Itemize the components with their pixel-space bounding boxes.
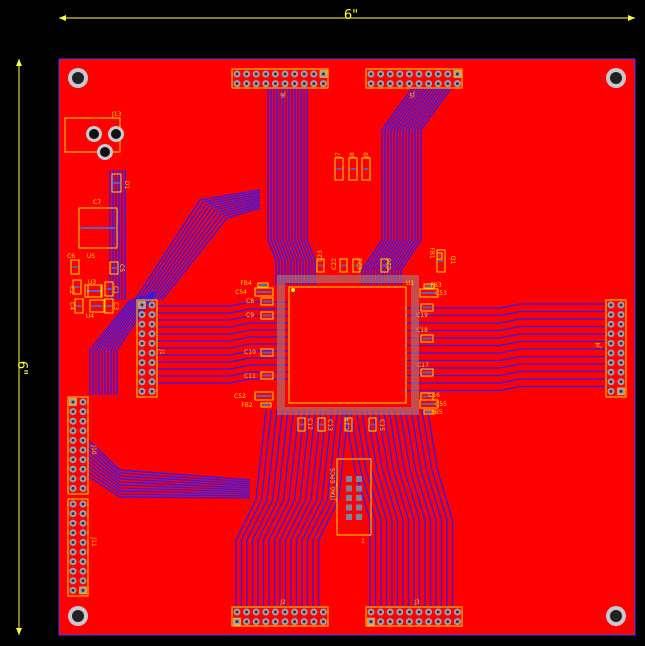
component-label: C4 bbox=[68, 302, 75, 310]
component-label: J9 bbox=[363, 152, 370, 159]
jtag-pad bbox=[346, 504, 352, 511]
jtag-pad bbox=[356, 504, 362, 511]
component-label: FB2 bbox=[241, 402, 253, 409]
jtag-pad bbox=[346, 495, 352, 501]
header-label: J5 bbox=[409, 91, 416, 98]
header-label: J6 bbox=[280, 91, 287, 98]
component-label: C5 bbox=[118, 264, 125, 272]
component-label: C21 bbox=[357, 258, 364, 270]
j13-label: J13 bbox=[111, 111, 122, 118]
component-label: C11 bbox=[244, 373, 256, 380]
component-label: FB4 bbox=[240, 280, 252, 287]
component-label: J8 bbox=[349, 152, 356, 159]
header-label: J3 bbox=[413, 599, 420, 606]
component-c14[interactable]: C14 bbox=[344, 417, 353, 432]
component-label: C10 bbox=[244, 349, 256, 356]
component-label: C52 bbox=[234, 393, 246, 400]
component-label: U3 bbox=[88, 279, 96, 286]
component-label: D1 bbox=[123, 181, 130, 190]
component-label: C22 bbox=[331, 258, 338, 270]
component-label: C1 bbox=[112, 286, 119, 294]
component-label: C15 bbox=[378, 419, 385, 431]
component-label: Q1 bbox=[449, 256, 456, 265]
header-label: J11 bbox=[90, 536, 97, 547]
jtag-pad bbox=[346, 514, 352, 520]
header-label: J1 bbox=[158, 348, 165, 355]
u1-label: U1 bbox=[406, 280, 414, 287]
component-label: C3 bbox=[112, 302, 119, 310]
component-label: C55 bbox=[435, 401, 447, 408]
jtag-pad bbox=[356, 495, 362, 501]
pcb-layout-canvas[interactable]: 6" 6" D1 C7 C6 U5 C5 C2 U3 C1 C4 U4 C3 J7 J8 J9 C23 C22… bbox=[0, 0, 645, 646]
board-outline bbox=[58, 58, 636, 636]
jtag-pad bbox=[346, 476, 352, 482]
component-label: U5 bbox=[87, 253, 95, 260]
component-label: C54 bbox=[235, 289, 247, 296]
component-label: C20 bbox=[386, 258, 393, 270]
component-label: C8 bbox=[246, 298, 254, 305]
component-label: J7 bbox=[335, 152, 342, 159]
component-label: C13 bbox=[326, 419, 333, 431]
jtag-pad bbox=[356, 514, 362, 520]
component-label: C53 bbox=[435, 290, 447, 297]
jtag-pad bbox=[356, 476, 362, 482]
header-label: J10 bbox=[90, 444, 97, 455]
component-label: C9 bbox=[246, 312, 254, 319]
component-label: C6 bbox=[67, 253, 75, 260]
jtag-pin1-label: 1 bbox=[361, 538, 365, 545]
component-label: C23 bbox=[317, 250, 324, 262]
jtag-pad bbox=[346, 485, 352, 492]
component-label: C16 bbox=[428, 392, 440, 399]
jtag-pad bbox=[356, 485, 362, 492]
component-label: C7 bbox=[93, 199, 101, 206]
component-label: C2 bbox=[68, 286, 75, 294]
dimension-height bbox=[16, 59, 22, 635]
header-label: J4 bbox=[595, 342, 602, 349]
component-label: FB5 bbox=[431, 409, 443, 416]
component-label: U4 bbox=[86, 313, 94, 320]
dimension-width-label: 6" bbox=[344, 8, 358, 23]
component-label: C14 bbox=[344, 418, 351, 430]
component-label: C12 bbox=[306, 418, 313, 430]
header-label: J2 bbox=[279, 599, 286, 606]
component-label: FB1 bbox=[428, 247, 435, 259]
dimension-height-label: 6" bbox=[14, 361, 29, 375]
component-label: FB3 bbox=[430, 282, 442, 289]
jtag-label: JTAG_EPCS bbox=[330, 468, 337, 501]
